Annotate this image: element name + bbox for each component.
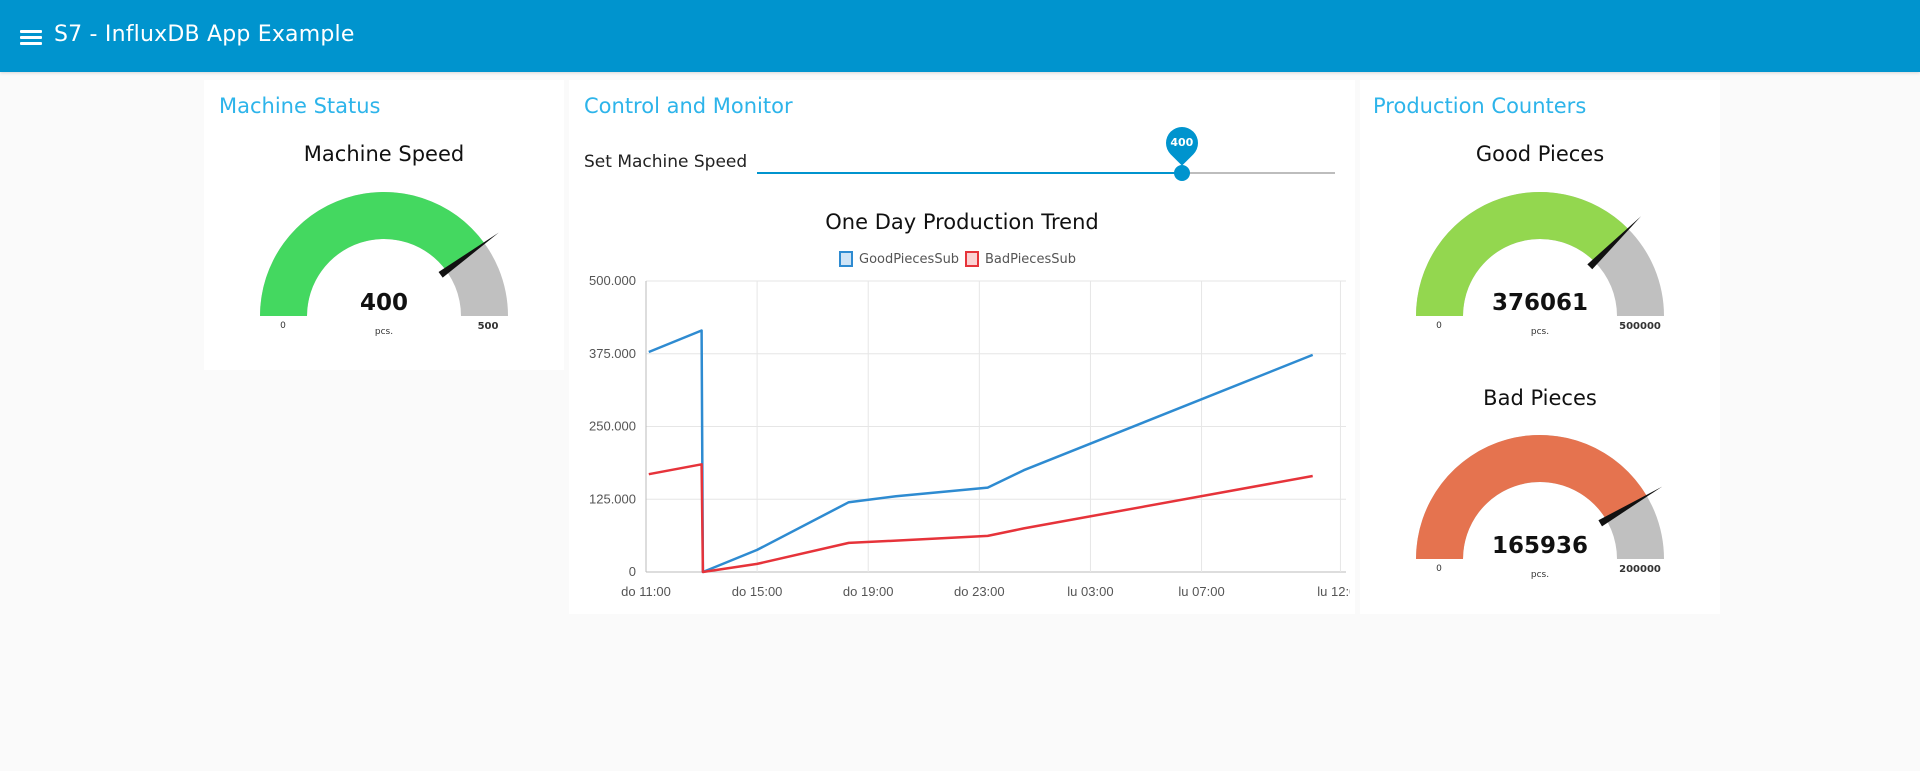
slider-value-label: 400 — [1170, 136, 1194, 149]
legend-good-swatch — [839, 251, 853, 267]
machine-speed-max: 500 — [477, 321, 499, 332]
machine-speed-units: pcs. — [374, 327, 394, 337]
legend-good-pieces[interactable]: GoodPiecesSub — [839, 251, 959, 267]
bad-pieces-units: pcs. — [1530, 570, 1550, 580]
bad-pieces-max: 200000 — [1619, 564, 1661, 575]
x-tick-label: do 11:00 — [621, 584, 671, 599]
good-pieces-units: pcs. — [1530, 327, 1550, 337]
slider-fill — [757, 172, 1182, 174]
x-tick-label: do 23:00 — [954, 584, 1005, 599]
machine-speed-slider-label: Set Machine Speed — [584, 152, 748, 172]
legend-good-label: GoodPiecesSub — [859, 251, 960, 267]
y-tick-label: 125.000 — [589, 491, 636, 506]
y-tick-label: 0 — [629, 564, 636, 579]
app-title: S7 - InfluxDB App Example — [54, 22, 355, 47]
x-tick-label: lu 03:00 — [1067, 584, 1113, 599]
good-pieces-min: 0 — [1436, 321, 1442, 331]
x-tick-label: do 19:00 — [843, 584, 894, 599]
chart-title: One Day Production Trend — [825, 210, 1099, 234]
bad-pieces-value: 165936 — [1491, 533, 1589, 559]
x-tick-label: lu 12:00 — [1317, 584, 1350, 599]
slider-thumb[interactable] — [1173, 165, 1190, 181]
machine-speed-value: 400 — [359, 290, 408, 316]
bad-pieces-label: Bad Pieces — [1483, 386, 1597, 410]
good-pieces-max: 500000 — [1619, 321, 1661, 332]
series-line-bad-pieces — [648, 463, 1313, 574]
legend-bad-label: BadPiecesSub — [985, 251, 1076, 267]
machine-speed-min: 0 — [280, 321, 286, 331]
y-tick-label: 500.000 — [589, 273, 636, 288]
x-tick-label: lu 07:00 — [1178, 584, 1224, 599]
bad-pieces-min: 0 — [1436, 564, 1442, 574]
good-pieces-label: Good Pieces — [1475, 142, 1605, 166]
machine-status-card: Machine Status Machine Speed 400 pcs. 0 … — [204, 80, 564, 370]
x-tick-label: do 15:00 — [732, 584, 783, 599]
legend-bad-swatch — [965, 251, 979, 267]
production-trend-chart: 0 125.000 250.000 375.000 500.000 do 11:00 do … — [589, 273, 1350, 599]
menu-icon[interactable] — [20, 29, 42, 45]
y-tick-label: 250.000 — [589, 419, 636, 434]
legend-bad-pieces[interactable]: BadPiecesSub — [965, 251, 1076, 267]
machine-status-title: Machine Status — [219, 94, 381, 118]
top-toolbar: S7 - InfluxDB App Example — [0, 0, 1920, 72]
machine-speed-label: Machine Speed — [303, 142, 465, 166]
good-pieces-value: 376061 — [1491, 290, 1589, 316]
production-counters-card: Production Counters Good Pieces 376061 p… — [1360, 80, 1720, 614]
control-monitor-title: Control and Monitor — [584, 94, 793, 118]
production-counters-title: Production Counters — [1373, 94, 1587, 118]
y-tick-label: 375.000 — [589, 346, 636, 361]
